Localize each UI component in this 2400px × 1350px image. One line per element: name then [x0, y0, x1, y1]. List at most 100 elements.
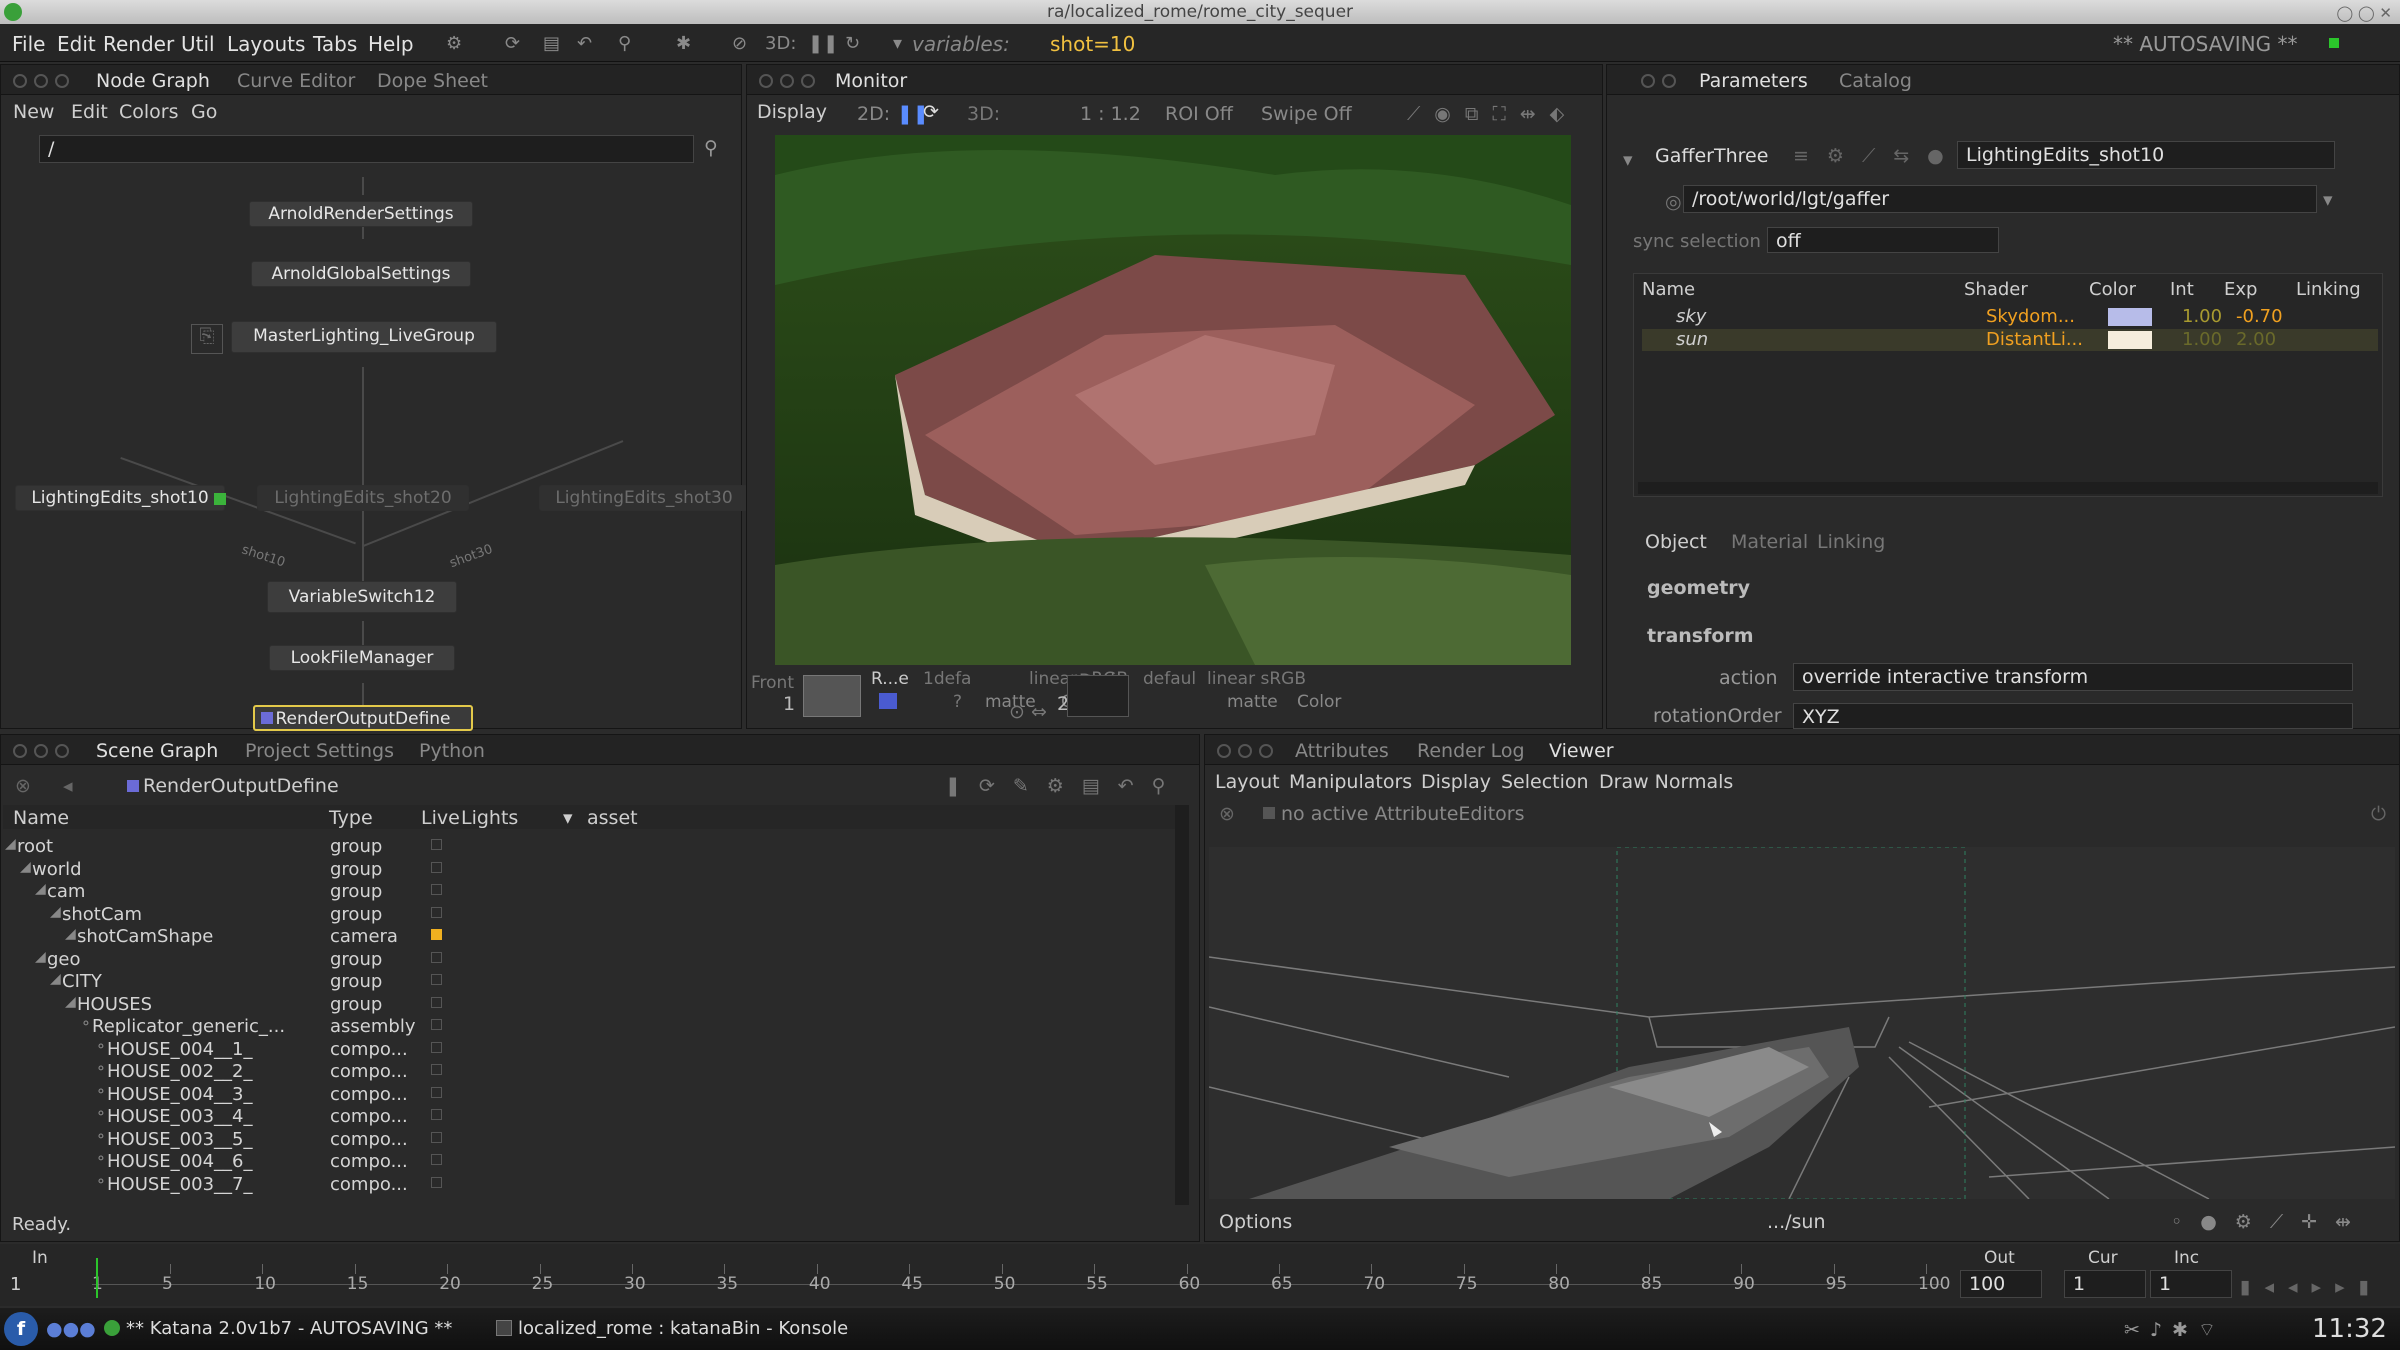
viewer-menu-manipulators[interactable]: Manipulators: [1289, 771, 1412, 793]
light-color-swatch[interactable]: [2108, 308, 2152, 326]
menu-edit[interactable]: Edit: [57, 32, 96, 56]
expand-arrow-icon[interactable]: ◢: [5, 836, 16, 852]
dropdown-arrow-icon[interactable]: ▾: [893, 33, 902, 54]
workspace-dots-icon[interactable]: ●●●: [46, 1318, 96, 1340]
col-name[interactable]: Name: [13, 807, 69, 829]
col-live[interactable]: Live: [421, 807, 460, 829]
stop-icon[interactable]: ⊘: [732, 33, 747, 54]
node-look-file-manager[interactable]: LookFileManager: [269, 645, 455, 671]
menu-tabs[interactable]: Tabs: [313, 32, 357, 56]
action-dropdown[interactable]: override interactive transform: [1793, 663, 2353, 691]
expand-arrow-icon[interactable]: ◢: [35, 881, 46, 897]
playhead[interactable]: [96, 1258, 98, 1298]
playback-controls[interactable]: ▮◂◂▸▸▮: [2240, 1276, 2383, 1298]
chevron-down-icon[interactable]: ▾: [563, 807, 573, 829]
cycle-icon[interactable]: ↻: [845, 33, 860, 54]
close-icon[interactable]: ⊗: [1219, 803, 1235, 825]
cur-value-field[interactable]: 1: [2064, 1270, 2146, 1298]
expand-arrow-icon[interactable]: ⚬: [95, 1106, 107, 1122]
fedora-logo-icon[interactable]: f: [4, 1312, 38, 1346]
tree-row[interactable]: ⚬ HOUSE_002__2_ compo...: [3, 1060, 773, 1082]
live-checkbox[interactable]: [431, 906, 442, 918]
swipe-dropdown[interactable]: Swipe Off: [1261, 103, 1352, 125]
live-checkbox[interactable]: [431, 839, 442, 850]
expand-arrow-icon[interactable]: ⚬: [95, 1039, 107, 1055]
tab-dope-sheet[interactable]: Dope Sheet: [377, 70, 488, 92]
tree-row[interactable]: ⚬ HOUSE_003__4_ compo...: [3, 1105, 773, 1127]
expand-arrow-icon[interactable]: ◢: [50, 904, 61, 920]
taskbar-item-konsole[interactable]: localized_rome : katanaBin - Konsole: [518, 1318, 848, 1339]
timeline-ruler[interactable]: 1510152025303540455055606570758085909510…: [92, 1258, 1950, 1304]
menu-util[interactable]: Util: [181, 32, 215, 56]
lock-icon[interactable]: [879, 693, 897, 709]
tray-icons[interactable]: ✂♪✱⌔: [2124, 1318, 2226, 1342]
subtab-material[interactable]: Material: [1731, 531, 1808, 553]
link-icon[interactable]: ⊙ ⇔: [1009, 701, 1047, 723]
light-int[interactable]: 1.00: [2182, 329, 2222, 350]
tree-row[interactable]: ◢ shotCamShape camera: [3, 925, 773, 947]
node-lighting-edits-shot10[interactable]: LightingEdits_shot10: [15, 485, 225, 511]
ng-menu-colors[interactable]: Colors: [119, 101, 179, 123]
light-row-sun[interactable]: sun DistantLi... 1.00 2.00: [1642, 329, 2378, 351]
ng-menu-go[interactable]: Go: [191, 101, 217, 123]
col-lights[interactable]: Lights: [461, 807, 518, 829]
pause-icon[interactable]: ❚❚: [808, 33, 838, 54]
viewer-camera-path[interactable]: .../sun: [1767, 1211, 1826, 1233]
horizontal-scrollbar[interactable]: [1638, 482, 2378, 494]
node-variable-switch[interactable]: VariableSwitch12: [267, 581, 457, 613]
tab-viewer[interactable]: Viewer: [1549, 740, 1614, 762]
viewer-menu-layout[interactable]: Layout: [1215, 771, 1280, 793]
menu-help[interactable]: Help: [368, 32, 414, 56]
in-value[interactable]: 1: [10, 1274, 21, 1295]
expand-arrow-icon[interactable]: ◢: [65, 994, 76, 1010]
light-row-sky[interactable]: sky Skydom... 1.00 -0.70: [1642, 306, 2378, 328]
node-lighting-edits-shot30[interactable]: LightingEdits_shot30: [539, 485, 749, 511]
expand-arrow-icon[interactable]: ◢: [50, 971, 61, 987]
node-lighting-edits-shot20[interactable]: LightingEdits_shot20: [257, 485, 469, 511]
node-name-field[interactable]: LightingEdits_shot10: [1957, 141, 2335, 169]
tab-monitor[interactable]: Monitor: [835, 70, 907, 92]
expand-arrow-icon[interactable]: ◢: [20, 859, 31, 875]
window-controls[interactable]: ◯ ◯ ✕: [2336, 4, 2392, 22]
node-graph-path-field[interactable]: /: [39, 135, 694, 163]
tree-row[interactable]: ⚬ HOUSE_004__3_ compo...: [3, 1083, 773, 1105]
live-checkbox[interactable]: [431, 1064, 442, 1075]
viewer-menu-draw-normals[interactable]: Draw Normals: [1599, 771, 1733, 793]
back-matte[interactable]: matte: [1227, 692, 1278, 712]
chevron-down-icon[interactable]: ▾: [2323, 189, 2333, 211]
tree-row[interactable]: ◢ HOUSES group: [3, 993, 773, 1015]
expand-arrow-icon[interactable]: ▾: [1623, 149, 1633, 171]
live-checkbox[interactable]: [431, 929, 442, 940]
search-icon[interactable]: ⚲: [704, 137, 718, 159]
subtab-linking[interactable]: Linking: [1817, 531, 1885, 553]
settings-icon[interactable]: ⚙: [446, 33, 462, 54]
col-color[interactable]: Color: [2089, 279, 2136, 300]
col-linking[interactable]: Linking: [2296, 279, 2361, 300]
close-icon[interactable]: ⊗: [15, 775, 31, 797]
tree-row[interactable]: ⚬ HOUSE_003__5_ compo...: [3, 1128, 773, 1150]
live-checkbox[interactable]: [431, 1176, 442, 1188]
live-checkbox[interactable]: [431, 974, 442, 985]
monitor-tool-icons[interactable]: ⟋◉⧉⛶⇹⬖: [1407, 103, 1578, 125]
back-thumbnail[interactable]: [1067, 675, 1129, 717]
node-master-lighting-livegroup[interactable]: MasterLighting_LiveGroup: [231, 321, 497, 353]
tab-render-log[interactable]: Render Log: [1417, 740, 1525, 762]
render-icon[interactable]: ▤: [543, 33, 560, 54]
col-name[interactable]: Name: [1642, 279, 1695, 300]
tree-row[interactable]: ⚬ HOUSE_003__7_ compo...: [3, 1173, 773, 1195]
live-checkbox[interactable]: [431, 996, 442, 1008]
tree-row[interactable]: ◢ root group: [3, 835, 773, 857]
monitor-mode-3d[interactable]: 3D:: [967, 103, 1000, 125]
tree-row[interactable]: ◢ geo group: [3, 948, 773, 970]
front-thumbnail[interactable]: [803, 675, 861, 717]
refresh-icon[interactable]: ⟳: [505, 33, 520, 54]
tab-node-graph[interactable]: Node Graph: [96, 70, 210, 92]
monitor-zoom[interactable]: 1 : 1.2: [1080, 103, 1141, 125]
expand-arrow-icon[interactable]: ◢: [35, 949, 46, 965]
scene-graph-tool-icons[interactable]: ❚⟳✎⚙▤↶⚲: [945, 775, 1184, 797]
roi-dropdown[interactable]: ROI Off: [1165, 103, 1233, 125]
col-asset[interactable]: asset: [587, 807, 638, 829]
monitor-mode-2d[interactable]: 2D:: [857, 103, 890, 125]
bug-icon[interactable]: ✱: [676, 33, 691, 54]
viewport-3d[interactable]: [1209, 847, 2395, 1199]
